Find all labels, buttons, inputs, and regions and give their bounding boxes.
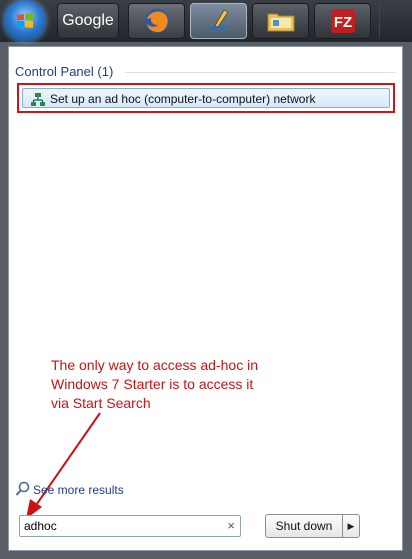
filezilla-icon: FZ bbox=[330, 9, 355, 33]
firefox-icon bbox=[144, 9, 169, 33]
clear-search-icon[interactable]: × bbox=[227, 518, 235, 533]
explorer-taskbar-button[interactable] bbox=[252, 3, 309, 39]
annotation-line: Windows 7 Starter is to access it bbox=[51, 376, 254, 392]
header-divider bbox=[125, 72, 396, 73]
result-item-label: Set up an ad hoc (computer-to-computer) … bbox=[50, 92, 316, 106]
paint-icon bbox=[208, 9, 229, 31]
taskbar-edge bbox=[379, 4, 410, 38]
start-search-box[interactable]: × bbox=[19, 515, 241, 537]
highlight-box: Set up an ad hoc (computer-to-computer) … bbox=[17, 83, 395, 113]
annotation-text: The only way to access ad-hoc in Windows… bbox=[51, 356, 291, 413]
windows-orb-icon[interactable] bbox=[4, 0, 46, 42]
see-more-results-link[interactable]: See more results bbox=[33, 483, 124, 497]
svg-text:FZ: FZ bbox=[333, 14, 351, 31]
result-item-adhoc-network[interactable]: Set up an ad hoc (computer-to-computer) … bbox=[22, 88, 390, 108]
filezilla-taskbar-button[interactable]: FZ bbox=[314, 3, 371, 39]
taskbar: Google FZ bbox=[0, 0, 412, 42]
firefox-taskbar-button[interactable] bbox=[128, 3, 185, 39]
paint-taskbar-button[interactable] bbox=[190, 3, 247, 39]
google-taskbar-button[interactable]: Google bbox=[57, 3, 119, 39]
folder-icon bbox=[267, 13, 294, 32]
search-input[interactable] bbox=[24, 517, 214, 535]
annotation-arrow-icon bbox=[26, 412, 101, 519]
shut-down-button[interactable]: Shut down bbox=[265, 514, 343, 538]
annotation-line: The only way to access ad-hoc in bbox=[51, 357, 258, 373]
shut-down-options-arrow-icon[interactable]: ▶ bbox=[342, 514, 360, 538]
network-icon bbox=[31, 93, 45, 106]
results-category-header: Control Panel (1) bbox=[15, 64, 114, 79]
google-label: Google bbox=[62, 12, 114, 29]
start-menu-panel: Control Panel (1) Set up an ad hoc (comp… bbox=[8, 46, 403, 551]
search-icon bbox=[15, 481, 30, 496]
windows-logo-icon bbox=[17, 13, 33, 28]
